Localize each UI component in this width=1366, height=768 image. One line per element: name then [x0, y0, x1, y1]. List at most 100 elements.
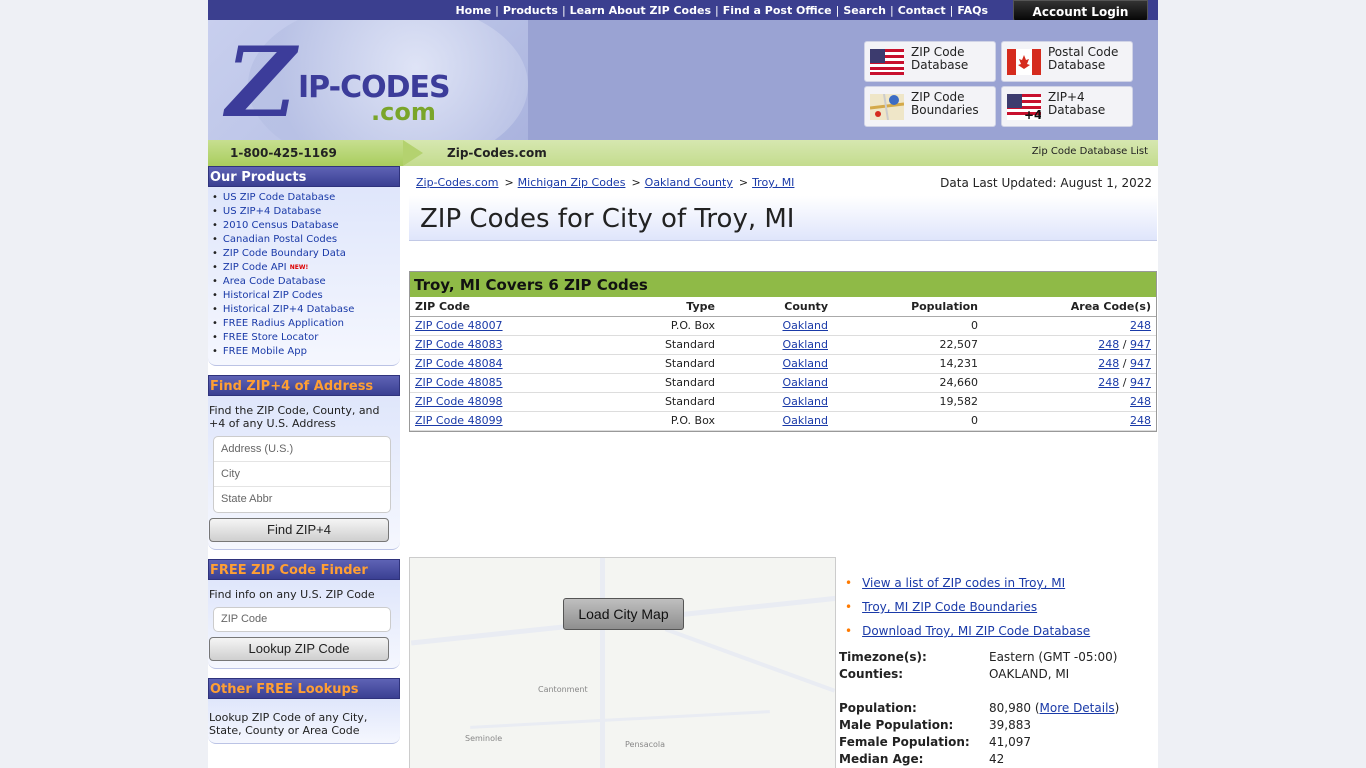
breadcrumb-link[interactable]: Troy, MI: [752, 176, 794, 189]
nav-link-learn-about-zip-codes[interactable]: Learn About ZIP Codes: [570, 4, 711, 17]
product-label[interactable]: 2010 Census Database: [223, 220, 339, 231]
table-cell: Standard: [600, 373, 720, 393]
postal-code-database-tile[interactable]: Postal Code Database: [1001, 41, 1133, 82]
nav-link-find-a-post-office[interactable]: Find a Post Office: [723, 4, 832, 17]
product-label[interactable]: US ZIP Code Database: [223, 192, 335, 203]
nav-link-search[interactable]: Search: [843, 4, 886, 17]
sidebar-product-item[interactable]: FREE Store Locator: [212, 331, 400, 345]
county-link[interactable]: Oakland: [782, 414, 828, 427]
zip4-database-tile[interactable]: +4 ZIP+4 Database: [1001, 86, 1133, 127]
product-label[interactable]: FREE Mobile App: [223, 346, 307, 357]
sidebar-product-item[interactable]: ZIP Code Boundary Data: [212, 247, 400, 261]
zip-code-link[interactable]: ZIP Code 48098: [415, 395, 503, 408]
state-field[interactable]: State Abbr: [214, 487, 390, 512]
table-cell: Oakland: [720, 335, 833, 355]
product-label[interactable]: FREE Radius Application: [223, 318, 344, 329]
site-logo[interactable]: Z IP-CODES .com: [208, 20, 528, 140]
address-field[interactable]: Address (U.S.): [214, 437, 390, 462]
zip-code-link[interactable]: ZIP Code 48007: [415, 319, 503, 332]
fact-label: Male Population:: [839, 718, 954, 732]
zip-code-input[interactable]: ZIP Code: [213, 607, 391, 632]
city-facts: Timezone(s): Eastern (GMT -05:00) Counties…: [839, 650, 1119, 768]
table-cell: 248 / 947: [983, 354, 1156, 374]
county-link[interactable]: Oakland: [782, 376, 828, 389]
nav-link-faqs[interactable]: FAQs: [957, 4, 988, 17]
zip-code-link[interactable]: ZIP Code 48083: [415, 338, 503, 351]
table-cell: Standard: [600, 392, 720, 412]
other-lookups-box: Lookup ZIP Code of any City, State, Coun…: [208, 699, 400, 744]
zip-code-database-list-link[interactable]: Zip Code Database List: [1032, 146, 1148, 157]
population-value: 24,660: [939, 376, 979, 389]
county-link[interactable]: Oakland: [782, 319, 828, 332]
area-code-link[interactable]: 947: [1130, 338, 1151, 351]
zip-code-link[interactable]: ZIP Code 48085: [415, 376, 503, 389]
fact-row: Male Population: 39,883: [839, 718, 1119, 735]
zip-type: Standard: [664, 376, 715, 389]
table-cell: P.O. Box: [600, 316, 720, 336]
table-header-row: ZIP Code Type County Population Area Cod…: [410, 297, 1156, 317]
table-row: ZIP Code 48099 P.O. Box Oakland 0 248: [410, 411, 1156, 431]
sidebar-product-item[interactable]: ZIP Code API NEW!: [212, 261, 400, 275]
zip-code-boundaries-tile[interactable]: ZIP Code Boundaries: [864, 86, 996, 127]
sidebar-product-item[interactable]: Canadian Postal Codes: [212, 233, 400, 247]
county-link[interactable]: Oakland: [782, 395, 828, 408]
county-link[interactable]: Oakland: [782, 357, 828, 370]
nav-separator: |: [495, 4, 499, 17]
zip-code-link[interactable]: ZIP Code 48084: [415, 357, 503, 370]
zip-code-link[interactable]: ZIP Code 48099: [415, 414, 503, 427]
more-details-link[interactable]: More Details: [1040, 701, 1115, 715]
sidebar-product-item[interactable]: Historical ZIP Codes: [212, 289, 400, 303]
sidebar-product-item[interactable]: US ZIP+4 Database: [212, 205, 400, 219]
zip-finder-box: Find info on any U.S. ZIP Code ZIP Code …: [208, 580, 400, 669]
tile-line2: Boundaries: [911, 103, 979, 117]
sidebar-product-item[interactable]: FREE Radius Application: [212, 317, 400, 331]
nav-link-products[interactable]: Products: [503, 4, 558, 17]
city-field[interactable]: City: [214, 462, 390, 487]
area-code-link[interactable]: 248: [1098, 357, 1119, 370]
data-updated-text: Data Last Updated: August 1, 2022: [940, 176, 1152, 190]
sidebar-product-item[interactable]: US ZIP Code Database: [212, 191, 400, 205]
download-database-link[interactable]: Download Troy, MI ZIP Code Database: [862, 624, 1090, 638]
product-label[interactable]: US ZIP+4 Database: [223, 206, 321, 217]
sidebar-product-item[interactable]: Area Code Database: [212, 275, 400, 289]
county-link[interactable]: Oakland: [782, 338, 828, 351]
product-label[interactable]: Historical ZIP+4 Database: [223, 304, 354, 315]
table-cell: 248: [983, 316, 1156, 336]
load-city-map-button[interactable]: Load City Map: [563, 598, 684, 630]
us-flag-plus4-icon: +4: [1007, 94, 1041, 120]
product-label[interactable]: ZIP Code Boundary Data: [223, 248, 346, 259]
column-header: Population: [833, 297, 983, 317]
area-code-link[interactable]: 248: [1130, 319, 1151, 332]
find-zip4-button[interactable]: Find ZIP+4: [209, 518, 389, 542]
product-label[interactable]: ZIP Code API: [223, 262, 287, 273]
lookup-zip-button[interactable]: Lookup ZIP Code: [209, 637, 389, 661]
population-value: 22,507: [939, 338, 979, 351]
area-code-link[interactable]: 947: [1130, 357, 1151, 370]
area-code-link[interactable]: 947: [1130, 376, 1151, 389]
sidebar-product-item[interactable]: 2010 Census Database: [212, 219, 400, 233]
breadcrumb-link[interactable]: Zip-Codes.com: [416, 176, 498, 189]
product-label[interactable]: Canadian Postal Codes: [223, 234, 337, 245]
zip-list-link[interactable]: View a list of ZIP codes in Troy, MI: [862, 576, 1065, 590]
area-code-link[interactable]: 248: [1130, 395, 1151, 408]
product-label[interactable]: FREE Store Locator: [223, 332, 318, 343]
nav-link-contact[interactable]: Contact: [898, 4, 946, 17]
fact-row: Counties: OAKLAND, MI: [839, 667, 1119, 684]
find-zip4-box: Find the ZIP Code, County, and +4 of any…: [208, 396, 400, 550]
find-zip4-heading: Find ZIP+4 of Address: [208, 375, 400, 396]
product-label[interactable]: Area Code Database: [223, 276, 326, 287]
breadcrumb-link[interactable]: Oakland County: [645, 176, 733, 189]
breadcrumb-link[interactable]: Michigan Zip Codes: [518, 176, 626, 189]
nav-link-home[interactable]: Home: [455, 4, 491, 17]
product-label[interactable]: Historical ZIP Codes: [223, 290, 323, 301]
zip-code-database-tile[interactable]: ZIP Code Database: [864, 41, 996, 82]
table-cell: 0: [833, 316, 983, 336]
area-code-link[interactable]: 248: [1098, 376, 1119, 389]
city-map[interactable]: Cantonment Seminole Pensacola Load City …: [409, 557, 836, 768]
zip-boundaries-link[interactable]: Troy, MI ZIP Code Boundaries: [862, 600, 1037, 614]
area-code-link[interactable]: 248: [1098, 338, 1119, 351]
sidebar-product-item[interactable]: Historical ZIP+4 Database: [212, 303, 400, 317]
area-code-link[interactable]: 248: [1130, 414, 1151, 427]
sidebar-product-item[interactable]: FREE Mobile App: [212, 345, 400, 359]
table-cell: Standard: [600, 354, 720, 374]
